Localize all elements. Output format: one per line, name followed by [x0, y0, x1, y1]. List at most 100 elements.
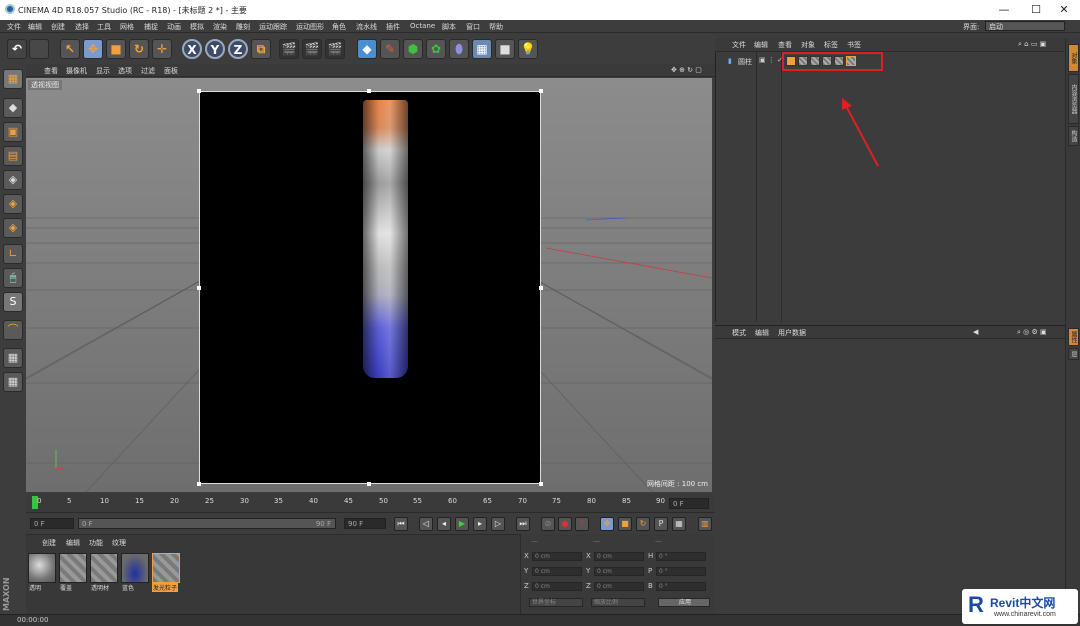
material-swatch[interactable] — [90, 553, 118, 583]
mat-menu-edit[interactable]: 编辑 — [66, 538, 80, 548]
lock-workplane-icon[interactable]: ▦ — [3, 372, 23, 392]
menu-pipeline[interactable]: 流水线 — [356, 22, 377, 32]
visibility-dots-icon[interactable]: ▣ ⋮ ✓ — [759, 56, 783, 64]
cylinder-object[interactable] — [363, 100, 408, 378]
mat-menu-create[interactable]: 创建 — [42, 538, 56, 548]
viewport-nav-icons[interactable]: ✥ ⊕ ↻ ▢ — [671, 66, 702, 74]
frame-range-slider[interactable]: 0 F 90 F — [78, 518, 336, 529]
start-frame-field[interactable]: 0 F — [30, 518, 74, 529]
render-settings-icon[interactable]: 🎬 — [325, 39, 345, 59]
material-swatch[interactable] — [121, 553, 149, 583]
scale-y-field[interactable]: 0 cm — [594, 567, 644, 576]
minimize-button[interactable]: — — [988, 0, 1020, 20]
frame-handle[interactable] — [197, 482, 201, 486]
menu-character[interactable]: 角色 — [332, 22, 346, 32]
frame-handle[interactable] — [539, 482, 543, 486]
render-picture-viewer-icon[interactable]: 🎬 — [302, 39, 322, 59]
deformer-icon[interactable]: ⬮ — [449, 39, 469, 59]
menu-plugins[interactable]: 插件 — [386, 22, 400, 32]
viewport-menu-panel[interactable]: 面板 — [164, 66, 178, 76]
viewport-menu-view[interactable]: 查看 — [44, 66, 58, 76]
menu-select[interactable]: 选择 — [75, 22, 89, 32]
material-swatch[interactable] — [59, 553, 87, 583]
close-button[interactable]: ✕ — [1048, 0, 1080, 20]
auto-key-icon[interactable]: ? — [575, 517, 589, 531]
menu-help[interactable]: 帮助 — [489, 22, 503, 32]
attr-menu-mode[interactable]: 模式 — [732, 328, 746, 338]
material-swatch-selected[interactable] — [152, 553, 180, 583]
menu-snap[interactable]: 捕捉 — [144, 22, 158, 32]
obj-menu-object[interactable]: 对象 — [801, 40, 815, 50]
rotation-p-field[interactable]: 0 ° — [656, 567, 706, 576]
polygons-mode-icon[interactable]: ◈ — [3, 218, 23, 238]
next-key-icon[interactable]: ▷ — [491, 517, 505, 531]
array-icon[interactable]: ✿ — [426, 39, 446, 59]
light-icon[interactable]: 💡 — [518, 39, 538, 59]
frame-handle[interactable] — [197, 286, 201, 290]
attr-manager-icons[interactable]: ⌕ ◎ ⚙ ▣ — [1017, 328, 1047, 337]
layout-select[interactable]: 启动 — [985, 21, 1065, 31]
menu-edit[interactable]: 编辑 — [28, 22, 42, 32]
go-to-end-icon[interactable]: ⏭ — [516, 517, 530, 531]
record-icon[interactable]: ● — [558, 517, 572, 531]
edges-mode-icon[interactable]: ◈ — [3, 194, 23, 214]
tweak-icon[interactable]: 🖱 — [3, 268, 23, 288]
menu-create[interactable]: 创建 — [51, 22, 65, 32]
texture-mode-icon[interactable]: ▣ — [3, 122, 23, 142]
workplane-icon[interactable]: ▦ — [3, 348, 23, 368]
menu-mesh[interactable]: 网格 — [120, 22, 134, 32]
obj-menu-view[interactable]: 查看 — [778, 40, 792, 50]
scale-mode-select[interactable]: 缩放比例 — [591, 598, 645, 607]
select-tool-icon[interactable]: ↖ — [60, 39, 80, 59]
subdivision-icon[interactable]: ⬢ — [403, 39, 423, 59]
menu-simulate[interactable]: 模拟 — [190, 22, 204, 32]
key-param-icon[interactable]: P — [654, 517, 668, 531]
timeline-frame-field[interactable]: 0 F — [669, 498, 709, 509]
make-editable-icon[interactable]: ▦ — [3, 69, 23, 89]
play-icon[interactable]: ▶ — [455, 517, 469, 531]
tab-layers[interactable]: 层 — [1068, 348, 1079, 360]
redo-icon[interactable] — [29, 39, 49, 59]
move-tool-icon[interactable]: ✥ — [83, 39, 103, 59]
viewport-menu-camera[interactable]: 摄像机 — [66, 66, 87, 76]
menu-octane[interactable]: Octane — [410, 22, 435, 30]
material-swatch[interactable] — [28, 553, 56, 583]
menu-sculpt[interactable]: 雕刻 — [236, 22, 250, 32]
menu-motion-tracking[interactable]: 运动跟踪 — [259, 22, 287, 32]
coordinate-mode-select[interactable]: 世界坐标 — [529, 598, 583, 607]
mat-menu-function[interactable]: 功能 — [89, 538, 103, 548]
key-rotation-icon[interactable]: ↻ — [636, 517, 650, 531]
mat-menu-texture[interactable]: 纹理 — [112, 538, 126, 548]
render-view-icon[interactable]: 🎬 — [279, 39, 299, 59]
end-frame-field[interactable]: 90 F — [344, 518, 386, 529]
obj-manager-icons[interactable]: ⌕ ⌂ ▭ ▣ — [1018, 40, 1046, 49]
apply-button[interactable]: 应用 — [658, 598, 710, 607]
obj-menu-bookmarks[interactable]: 书签 — [847, 40, 861, 50]
viewport-menu-filter[interactable]: 过滤 — [141, 66, 155, 76]
frame-handle[interactable] — [367, 89, 371, 93]
rotation-h-field[interactable]: 0 ° — [656, 552, 706, 561]
menu-mograph[interactable]: 运动图形 — [296, 22, 324, 32]
previous-frame-icon[interactable]: ◂ — [437, 517, 451, 531]
menu-script[interactable]: 脚本 — [442, 22, 456, 32]
x-axis-icon[interactable]: X — [182, 39, 202, 59]
scale-x-field[interactable]: 0 cm — [594, 552, 644, 561]
rotate-tool-icon[interactable]: ↻ — [129, 39, 149, 59]
key-position-icon[interactable]: ✥ — [600, 517, 614, 531]
tab-content-browser[interactable]: 内容浏览器 — [1068, 74, 1079, 124]
menu-file[interactable]: 文件 — [7, 22, 21, 32]
scale-z-field[interactable]: 0 cm — [594, 582, 644, 591]
attr-menu-user-data[interactable]: 用户数据 — [778, 328, 806, 338]
undo-icon[interactable]: ↶ — [7, 39, 27, 59]
obj-menu-edit[interactable]: 编辑 — [754, 40, 768, 50]
coordinate-system-icon[interactable]: ⧉ — [251, 39, 271, 59]
tab-objects[interactable]: 对象 — [1068, 44, 1079, 72]
key-pla-icon[interactable]: ▦ — [672, 517, 686, 531]
tab-structure[interactable]: 构造 — [1068, 126, 1079, 146]
rotation-b-field[interactable]: 0 ° — [656, 582, 706, 591]
timeline-window-icon[interactable]: ▥ — [698, 517, 712, 531]
magnet-icon[interactable]: ⌒ — [3, 320, 23, 340]
z-axis-icon[interactable]: Z — [228, 39, 248, 59]
viewport-menu-options[interactable]: 选项 — [118, 66, 132, 76]
scale-tool-icon[interactable]: ■ — [106, 39, 126, 59]
